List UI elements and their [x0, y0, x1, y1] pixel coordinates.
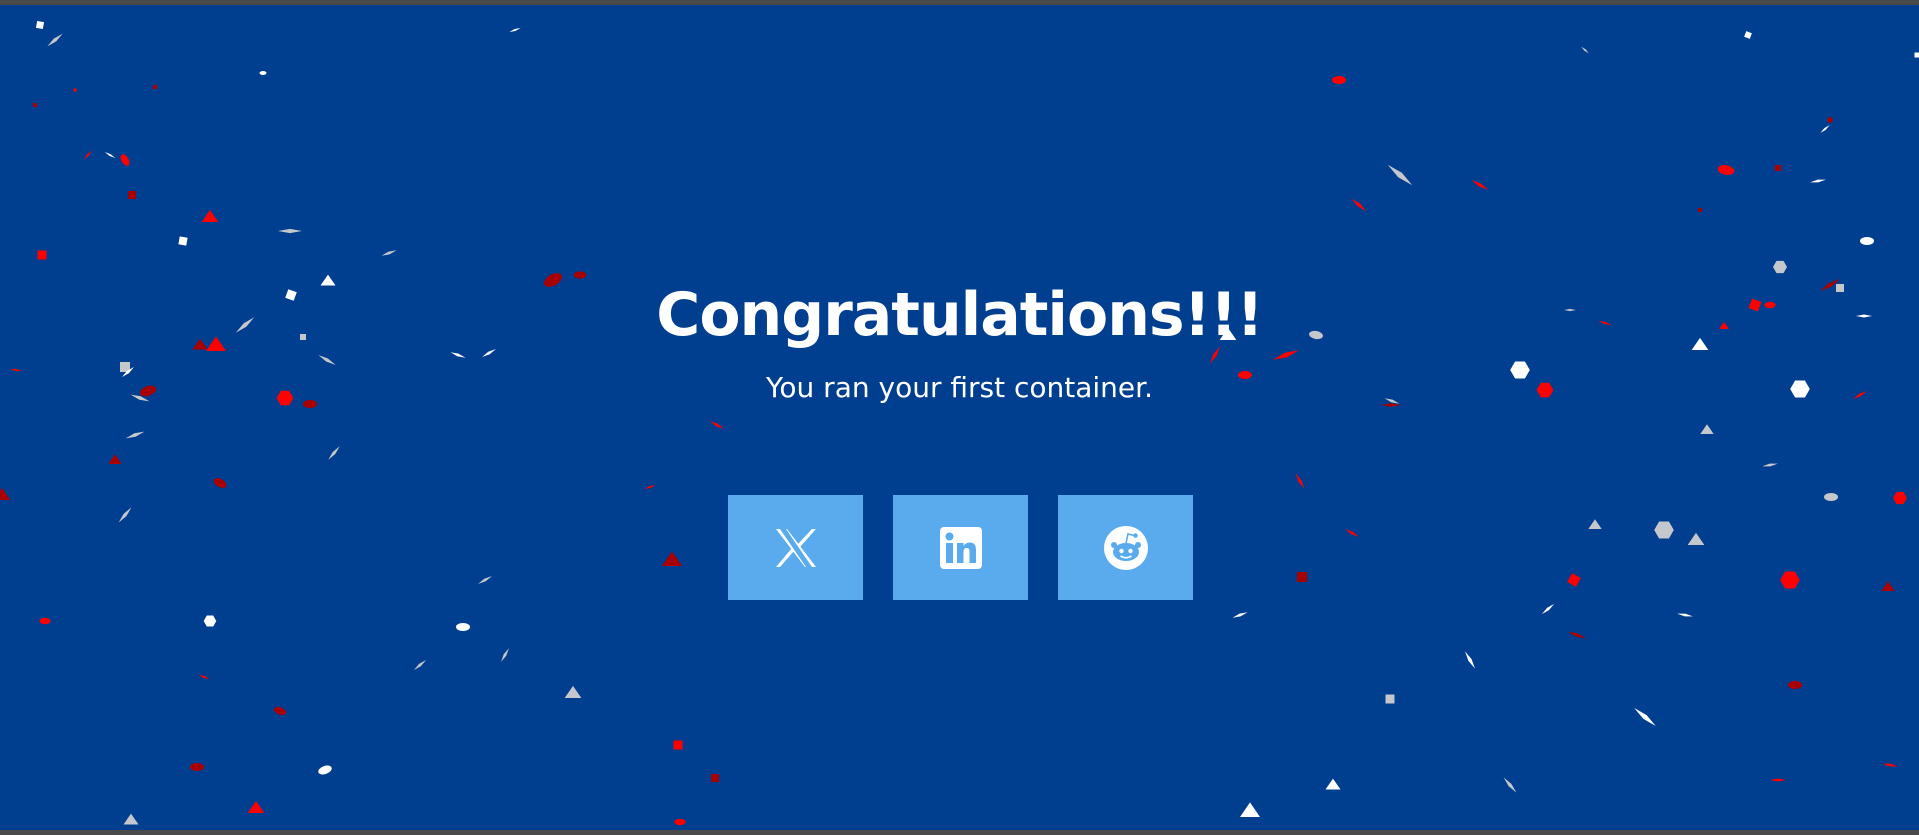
confetti-piece — [1503, 777, 1517, 793]
confetti-piece — [710, 421, 724, 429]
confetti-piece — [673, 740, 683, 750]
confetti-piece — [1893, 491, 1907, 505]
social-share-buttons — [728, 495, 1193, 600]
confetti-piece — [0, 487, 11, 500]
confetti-piece — [201, 209, 219, 222]
confetti-piece — [1770, 778, 1786, 782]
confetti-piece — [1297, 572, 1307, 582]
confetti-piece — [39, 617, 51, 625]
confetti-piece — [1332, 76, 1346, 84]
confetti-piece — [1240, 802, 1260, 817]
confetti-piece — [1827, 117, 1833, 123]
first-container-message: You ran your first container. — [766, 371, 1153, 404]
confetti-piece — [273, 706, 287, 716]
confetti-piece — [190, 763, 204, 771]
confetti-piece — [259, 71, 267, 75]
confetti-piece — [1654, 521, 1674, 539]
confetti-piece — [1773, 260, 1787, 274]
confetti-piece — [73, 88, 77, 92]
confetti-piece — [1717, 165, 1735, 175]
confetti-piece — [35, 20, 45, 30]
confetti-piece — [1232, 612, 1248, 618]
confetti-piece — [1698, 208, 1702, 212]
confetti-piece — [153, 85, 157, 89]
window-bottom-border — [0, 830, 1919, 835]
confetti-piece — [1882, 763, 1898, 767]
confetti-piece — [413, 659, 427, 671]
confetti-piece — [318, 765, 332, 775]
confetti-piece — [328, 446, 340, 460]
confetti-piece — [1788, 681, 1802, 689]
confetti-piece — [509, 27, 521, 33]
confetti-piece — [178, 236, 188, 246]
confetti-piece — [125, 431, 145, 439]
confetti-piece — [203, 615, 217, 627]
confetti-piece — [674, 818, 686, 826]
confetti-piece — [501, 648, 509, 662]
confetti-piece — [128, 191, 136, 199]
confetti-piece — [123, 813, 139, 825]
confetti-piece — [1744, 31, 1752, 39]
confetti-piece — [120, 154, 130, 166]
confetti-piece — [1541, 603, 1555, 615]
confetti-piece — [247, 800, 265, 813]
confetti-piece — [1700, 424, 1714, 434]
confetti-piece — [1345, 529, 1359, 537]
confetti-piece — [33, 103, 37, 107]
confetti-piece — [1687, 532, 1705, 545]
confetti-piece — [213, 478, 227, 488]
confetti-piece — [47, 33, 63, 47]
confetti-piece — [644, 484, 656, 490]
confetti-piece — [1775, 165, 1781, 171]
confetti-piece — [278, 228, 302, 234]
confetti-piece — [198, 674, 210, 680]
confetti-piece — [1820, 125, 1830, 133]
x-logo-icon — [775, 528, 816, 567]
confetti-piece — [1567, 573, 1581, 587]
confetti-piece — [1351, 198, 1367, 212]
confetti-piece — [662, 551, 682, 566]
confetti-piece — [1325, 778, 1341, 790]
confetti-piece — [1780, 571, 1800, 589]
linkedin-logo-icon — [939, 526, 982, 569]
confetti-piece — [1295, 473, 1305, 489]
confetti-piece — [1762, 463, 1778, 467]
confetti-piece — [37, 250, 47, 260]
confetti-piece — [1588, 519, 1602, 529]
confetti-piece — [1914, 52, 1919, 58]
confetti-piece — [564, 685, 582, 698]
share-on-linkedin-button[interactable] — [893, 495, 1028, 600]
confetti-piece — [1677, 613, 1693, 617]
share-on-x-button[interactable] — [728, 495, 863, 600]
confetti-piece — [1465, 651, 1475, 669]
confetti-piece — [1581, 46, 1589, 54]
reddit-logo-icon — [1103, 525, 1148, 570]
confetti-animation — [0, 20, 1919, 826]
confetti-piece — [1810, 179, 1826, 183]
confetti-piece — [1387, 164, 1413, 186]
confetti-piece — [381, 250, 397, 256]
confetti-piece — [108, 454, 122, 464]
confetti-piece — [456, 623, 470, 631]
confetti-piece — [1471, 180, 1489, 190]
confetti-piece — [1634, 708, 1656, 726]
confetti-piece — [711, 774, 719, 782]
confetti-piece — [118, 507, 132, 523]
confetti-piece — [1567, 631, 1587, 639]
confetti-piece — [1881, 581, 1895, 591]
confetti-piece — [104, 152, 116, 158]
share-on-reddit-button[interactable] — [1058, 495, 1193, 600]
confetti-piece — [84, 150, 92, 160]
confetti-piece — [1385, 694, 1395, 704]
confetti-piece — [1860, 237, 1874, 245]
congratulations-heading: Congratulations!!! — [656, 280, 1263, 350]
confetti-piece — [1824, 493, 1838, 501]
celebration-screen: Congratulations!!! You ran your first co… — [0, 5, 1919, 830]
confetti-piece — [478, 576, 492, 584]
